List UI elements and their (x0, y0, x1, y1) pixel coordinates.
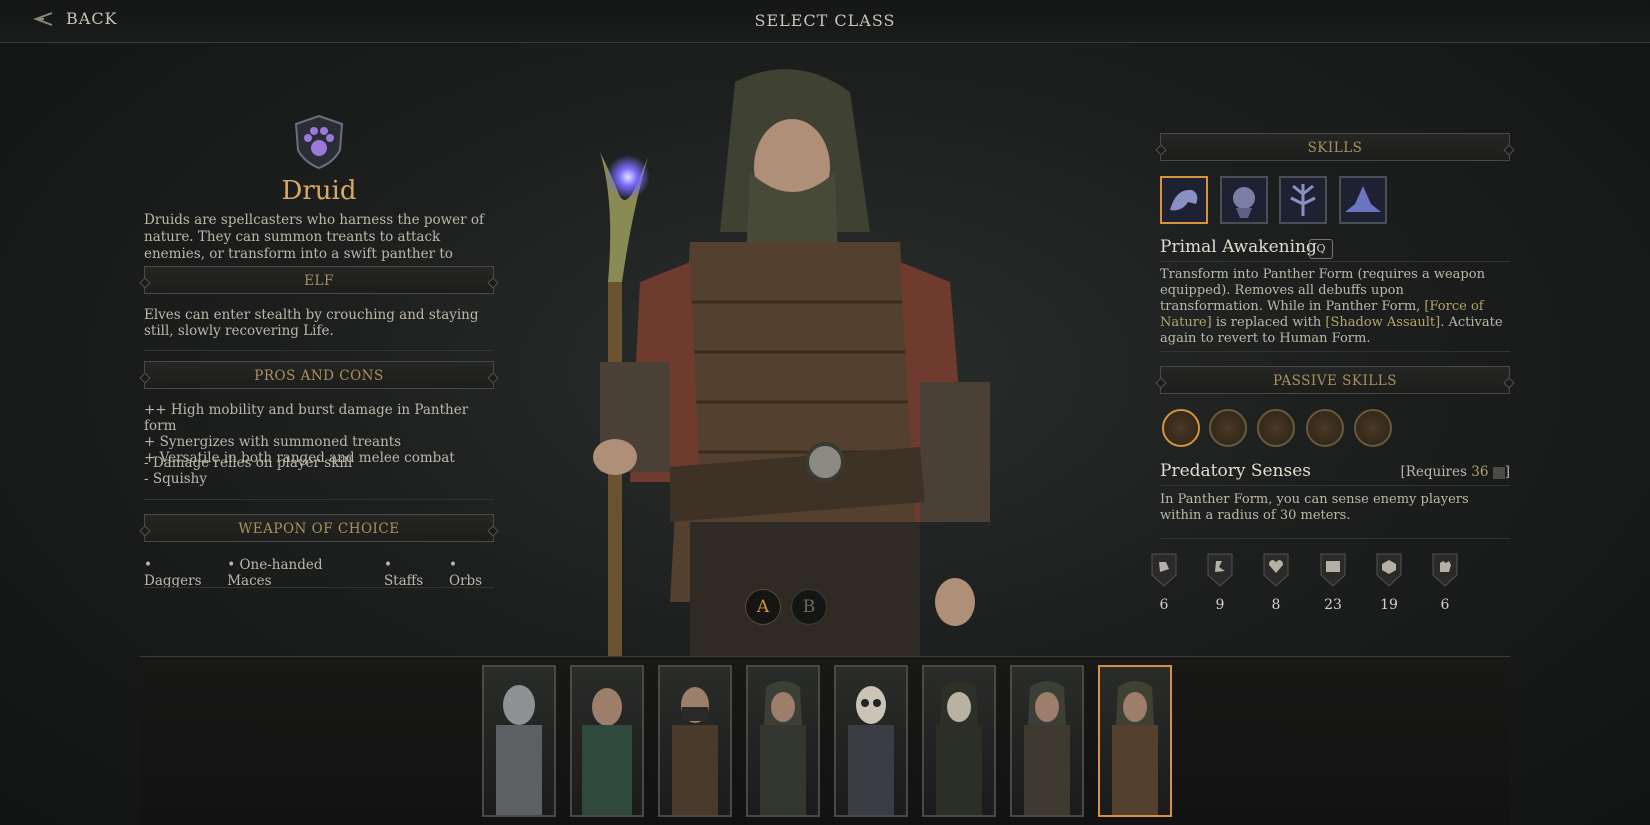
divider (1160, 538, 1510, 539)
vigor-icon (1263, 553, 1289, 587)
shadow-assault-link: [Shadow Assault] (1325, 315, 1441, 330)
divider (144, 587, 494, 588)
divider (1160, 485, 1510, 486)
selected-passive-name: Predatory Senses (1160, 461, 1312, 481)
weapon-list: • Daggers • One-handed Maces • Staffs • … (144, 557, 494, 589)
eye-passive-icon[interactable] (1257, 409, 1295, 447)
top-bar: BACK SELECT CLASS (0, 0, 1650, 43)
barbarian-portrait[interactable] (570, 665, 644, 817)
divider (144, 350, 494, 351)
con-item: - Squishy (144, 471, 208, 487)
knowledge-small-icon (1492, 466, 1505, 479)
passive-requirement: [Requires 36 ] (1400, 464, 1510, 480)
page-title: SELECT CLASS (754, 11, 896, 30)
skills-header: SKILLS (1160, 133, 1510, 161)
divider (1160, 261, 1510, 262)
passive-skills-header: PASSIVE SKILLS (1160, 366, 1510, 394)
con-item: - Damage relies on player skill (144, 455, 353, 471)
agility-icon (1207, 553, 1233, 587)
divider (1160, 351, 1510, 352)
class-selector-strip (140, 657, 1510, 825)
weapon-item: • One-handed Maces (227, 557, 323, 589)
race-header: ELF (144, 266, 494, 294)
strip-divider (140, 656, 1510, 657)
paw-class-emblem-icon (294, 114, 344, 170)
ranger-portrait[interactable] (746, 665, 820, 817)
pro-item: + Synergizes with summoned treants (144, 434, 402, 450)
strength-icon (1151, 553, 1177, 587)
treant-skill-icon[interactable] (1220, 176, 1268, 224)
pros-cons-header: PROS AND CONS (144, 361, 494, 389)
variant-a-button[interactable]: A (745, 589, 781, 625)
cleric-portrait[interactable] (922, 665, 996, 817)
stat-resourcefulness: 6 (1425, 553, 1465, 613)
stat-knowledge: 23 (1313, 553, 1353, 613)
leaf-passive-icon[interactable] (1306, 409, 1344, 447)
race-description: Elves can enter stealth by crouching and… (144, 307, 479, 339)
weapon-item: • Orbs (449, 557, 483, 589)
weapon-item: • Staffs (383, 557, 424, 589)
selected-skill-name: Primal Awakening (1160, 237, 1317, 257)
rogue-portrait[interactable] (658, 665, 732, 817)
wolf-passive-icon[interactable] (1162, 409, 1200, 447)
stat-agility: 9 (1200, 553, 1240, 613)
fighter-portrait[interactable] (482, 665, 556, 817)
stat-will: 19 (1369, 553, 1409, 613)
divider (144, 499, 494, 500)
claw-passive-icon[interactable] (1209, 409, 1247, 447)
swirl-passive-icon[interactable] (1354, 409, 1392, 447)
stat-vigor: 8 (1256, 553, 1296, 613)
class-name: Druid (281, 176, 357, 206)
selected-passive-description: In Panther Form, you can sense enemy pla… (1160, 492, 1469, 523)
bard-portrait[interactable] (1010, 665, 1084, 817)
druid-portrait[interactable] (1098, 665, 1172, 817)
will-icon (1376, 553, 1402, 587)
panther-skill-icon[interactable] (1160, 176, 1208, 224)
knowledge-icon (1320, 553, 1346, 587)
stat-strength: 6 (1144, 553, 1184, 613)
wizard-portrait[interactable] (834, 665, 908, 817)
pro-item: ++ High mobility and burst damage in Pan… (144, 402, 469, 434)
class-description: Druids are spellcasters who harness the … (144, 212, 485, 262)
force-of-nature-icon[interactable] (1279, 176, 1327, 224)
variant-b-button[interactable]: B (791, 589, 827, 625)
resourcefulness-icon (1432, 553, 1458, 587)
weapon-item: • Daggers (144, 557, 202, 589)
selected-skill-description: Transform into Panther Form (requires a … (1160, 267, 1503, 346)
weapon-header: WEAPON OF CHOICE (144, 514, 494, 542)
skill-key-badge: Q (1309, 239, 1333, 259)
shadow-assault-icon[interactable] (1339, 176, 1387, 224)
cons-list: - Damage relies on player skill - Squish… (144, 455, 494, 487)
character-model (593, 69, 990, 662)
